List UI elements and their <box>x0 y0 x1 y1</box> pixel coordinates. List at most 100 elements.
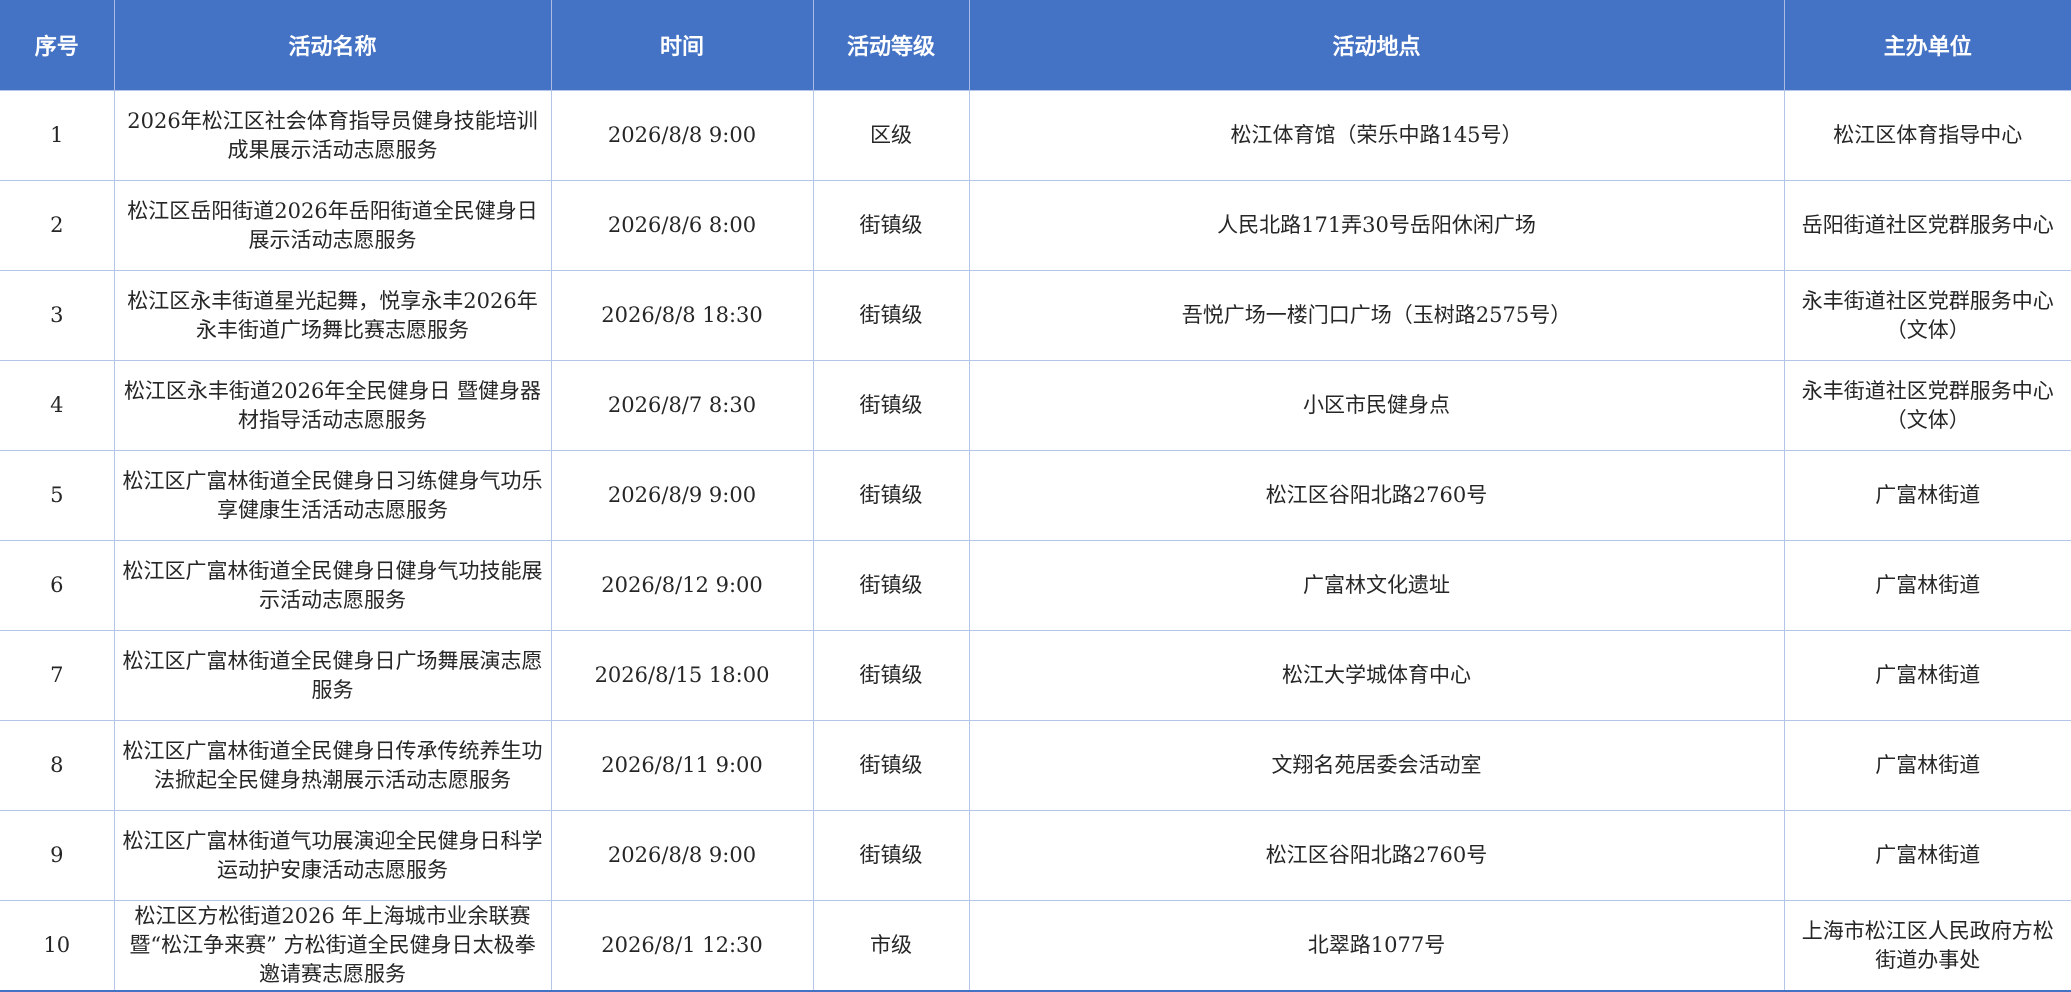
cell-organizer: 永丰街道社区党群服务中心（文体） <box>1783 270 2071 361</box>
table-row: 5 松江区广富林街道全民健身日习练健身气功乐享健康生活活动志愿服务 2026/8/9… <box>0 450 2071 541</box>
cell-organizer-text: 上海市松江区人民政府方松街道办事处 <box>1801 918 2054 972</box>
cell-organizer-text: 广富林街道 <box>1875 573 1981 597</box>
header-location: 活动地点 <box>969 0 1785 91</box>
cell-time: 2026/8/9 9:00 <box>550 450 814 541</box>
table-row: 9 松江区广富林街道气功展演迎全民健身日科学运动护安康活动志愿服务 2026/8/8… <box>0 810 2071 901</box>
cell-location-text: 松江大学城体育中心 <box>1282 663 1471 687</box>
cell-index-text: 7 <box>50 663 64 687</box>
header-row: 序号 活动名称 时间 活动等级 活动地点 主办单位 <box>0 0 2071 91</box>
cell-index: 6 <box>0 540 115 631</box>
cell-activity-name-text: 松江区岳阳街道2026年岳阳街道全民健身日展示活动志愿服务 <box>127 198 538 252</box>
cell-index-text: 8 <box>50 753 64 777</box>
cell-index-text: 3 <box>50 303 64 327</box>
cell-level-text: 街镇级 <box>859 663 923 687</box>
cell-index-text: 9 <box>50 843 64 867</box>
cell-level: 街镇级 <box>812 810 970 901</box>
cell-time: 2026/8/8 18:30 <box>550 270 814 361</box>
cell-organizer-text: 广富林街道 <box>1875 843 1981 867</box>
cell-time-text: 2026/8/6 8:00 <box>607 213 757 237</box>
cell-activity-name-text: 2026年松江区社会体育指导员健身技能培训成果展示活动志愿服务 <box>127 108 538 162</box>
cell-organizer-text: 岳阳街道社区党群服务中心 <box>1801 213 2054 237</box>
table-row: 7 松江区广富林街道全民健身日广场舞展演志愿服务 2026/8/15 18:00 街镇… <box>0 630 2071 721</box>
cell-activity-name: 松江区广富林街道全民健身日广场舞展演志愿服务 <box>113 630 552 721</box>
cell-location: 广富林文化遗址 <box>968 540 1785 631</box>
cell-location-text: 松江体育馆（荣乐中路145号） <box>1230 123 1523 147</box>
cell-organizer: 广富林街道 <box>1783 810 2071 901</box>
cell-index: 2 <box>0 180 115 271</box>
cell-index: 3 <box>0 270 115 361</box>
cell-index-text: 2 <box>50 213 64 237</box>
cell-organizer: 广富林街道 <box>1783 450 2071 541</box>
cell-index: 9 <box>0 810 115 901</box>
cell-location: 松江区谷阳北路2760号 <box>968 810 1785 901</box>
cell-level: 街镇级 <box>812 180 970 271</box>
cell-organizer-text: 永丰街道社区党群服务中心（文体） <box>1801 378 2054 432</box>
cell-activity-name-text: 松江区广富林街道气功展演迎全民健身日科学运动护安康活动志愿服务 <box>122 828 543 882</box>
cell-level-text: 街镇级 <box>859 213 923 237</box>
cell-time: 2026/8/12 9:00 <box>550 540 814 631</box>
activity-table: 序号 活动名称 时间 活动等级 活动地点 主办单位 1 2026年松江区社会体育指… <box>0 0 2071 992</box>
cell-index: 5 <box>0 450 115 541</box>
cell-index-text: 5 <box>50 483 64 507</box>
table-row: 2 松江区岳阳街道2026年岳阳街道全民健身日展示活动志愿服务 2026/8/6 8… <box>0 180 2071 271</box>
cell-location: 松江体育馆（荣乐中路145号） <box>968 90 1785 181</box>
cell-index-text: 1 <box>50 123 64 147</box>
cell-time: 2026/8/6 8:00 <box>550 180 814 271</box>
cell-level-text: 街镇级 <box>859 483 923 507</box>
cell-index: 4 <box>0 360 115 451</box>
cell-activity-name-text: 松江区广富林街道全民健身日健身气功技能展示活动志愿服务 <box>122 558 543 612</box>
cell-activity-name: 松江区永丰街道星光起舞，悦享永丰2026年永丰街道广场舞比赛志愿服务 <box>113 270 552 361</box>
cell-level: 街镇级 <box>812 360 970 451</box>
cell-location-text: 广富林文化遗址 <box>1303 573 1450 597</box>
cell-organizer: 永丰街道社区党群服务中心（文体） <box>1783 360 2071 451</box>
cell-activity-name-text: 松江区广富林街道全民健身日广场舞展演志愿服务 <box>122 648 543 702</box>
cell-level: 街镇级 <box>812 720 970 811</box>
cell-activity-name-text: 松江区永丰街道星光起舞，悦享永丰2026年永丰街道广场舞比赛志愿服务 <box>127 288 538 342</box>
cell-index: 7 <box>0 630 115 721</box>
cell-organizer: 广富林街道 <box>1783 540 2071 631</box>
cell-location: 小区市民健身点 <box>968 360 1785 451</box>
cell-level: 街镇级 <box>812 270 970 361</box>
cell-organizer-text: 广富林街道 <box>1875 663 1981 687</box>
cell-location-text: 文翔名苑居委会活动室 <box>1271 753 1482 777</box>
cell-index: 8 <box>0 720 115 811</box>
table-body: 1 2026年松江区社会体育指导员健身技能培训成果展示活动志愿服务 2026/8/8… <box>0 90 2071 992</box>
cell-location-text: 松江区谷阳北路2760号 <box>1265 483 1488 507</box>
cell-location-text: 北翠路1077号 <box>1307 933 1446 957</box>
header-time: 时间 <box>551 0 814 91</box>
cell-time-text: 2026/8/1 12:30 <box>601 933 763 957</box>
cell-level-text: 区级 <box>870 123 912 147</box>
table-row: 1 2026年松江区社会体育指导员健身技能培训成果展示活动志愿服务 2026/8/8… <box>0 90 2071 181</box>
cell-level-text: 市级 <box>870 933 912 957</box>
header-level: 活动等级 <box>813 0 970 91</box>
cell-time-text: 2026/8/15 18:00 <box>594 663 770 687</box>
cell-activity-name-text: 松江区方松街道2026 年上海城市业余联赛暨“松江争来赛” 方松街道全民健身日太… <box>129 904 536 986</box>
header-organizer: 主办单位 <box>1784 0 2071 91</box>
cell-activity-name: 松江区广富林街道气功展演迎全民健身日科学运动护安康活动志愿服务 <box>113 810 552 901</box>
cell-index: 1 <box>0 90 115 181</box>
cell-activity-name-text: 松江区广富林街道全民健身日习练健身气功乐享健康生活活动志愿服务 <box>122 468 543 522</box>
cell-activity-name: 松江区岳阳街道2026年岳阳街道全民健身日展示活动志愿服务 <box>113 180 552 271</box>
cell-organizer-text: 广富林街道 <box>1875 753 1981 777</box>
cell-organizer: 广富林街道 <box>1783 720 2071 811</box>
cell-organizer: 广富林街道 <box>1783 630 2071 721</box>
cell-organizer-text: 永丰街道社区党群服务中心（文体） <box>1801 288 2054 342</box>
cell-location: 人民北路171弄30号岳阳休闲广场 <box>968 180 1785 271</box>
cell-organizer-text: 松江区体育指导中心 <box>1833 123 2023 147</box>
table-row: 3 松江区永丰街道星光起舞，悦享永丰2026年永丰街道广场舞比赛志愿服务 2026/… <box>0 270 2071 361</box>
cell-index: 10 <box>0 900 115 992</box>
cell-time-text: 2026/8/9 9:00 <box>607 483 757 507</box>
table-row: 4 松江区永丰街道2026年全民健身日 暨健身器材指导活动志愿服务 2026/8/7… <box>0 360 2071 451</box>
cell-organizer: 松江区体育指导中心 <box>1783 90 2071 181</box>
cell-location: 吾悦广场一楼门口广场（玉树路2575号） <box>968 270 1785 361</box>
cell-time: 2026/8/15 18:00 <box>550 630 814 721</box>
cell-location: 文翔名苑居委会活动室 <box>968 720 1785 811</box>
cell-level: 街镇级 <box>812 630 970 721</box>
cell-level-text: 街镇级 <box>859 753 923 777</box>
cell-time-text: 2026/8/12 9:00 <box>601 573 763 597</box>
cell-organizer: 岳阳街道社区党群服务中心 <box>1783 180 2071 271</box>
table-header: 序号 活动名称 时间 活动等级 活动地点 主办单位 <box>0 0 2071 91</box>
cell-level: 街镇级 <box>812 540 970 631</box>
cell-time-text: 2026/8/7 8:30 <box>607 393 757 417</box>
cell-location-text: 松江区谷阳北路2760号 <box>1265 843 1488 867</box>
